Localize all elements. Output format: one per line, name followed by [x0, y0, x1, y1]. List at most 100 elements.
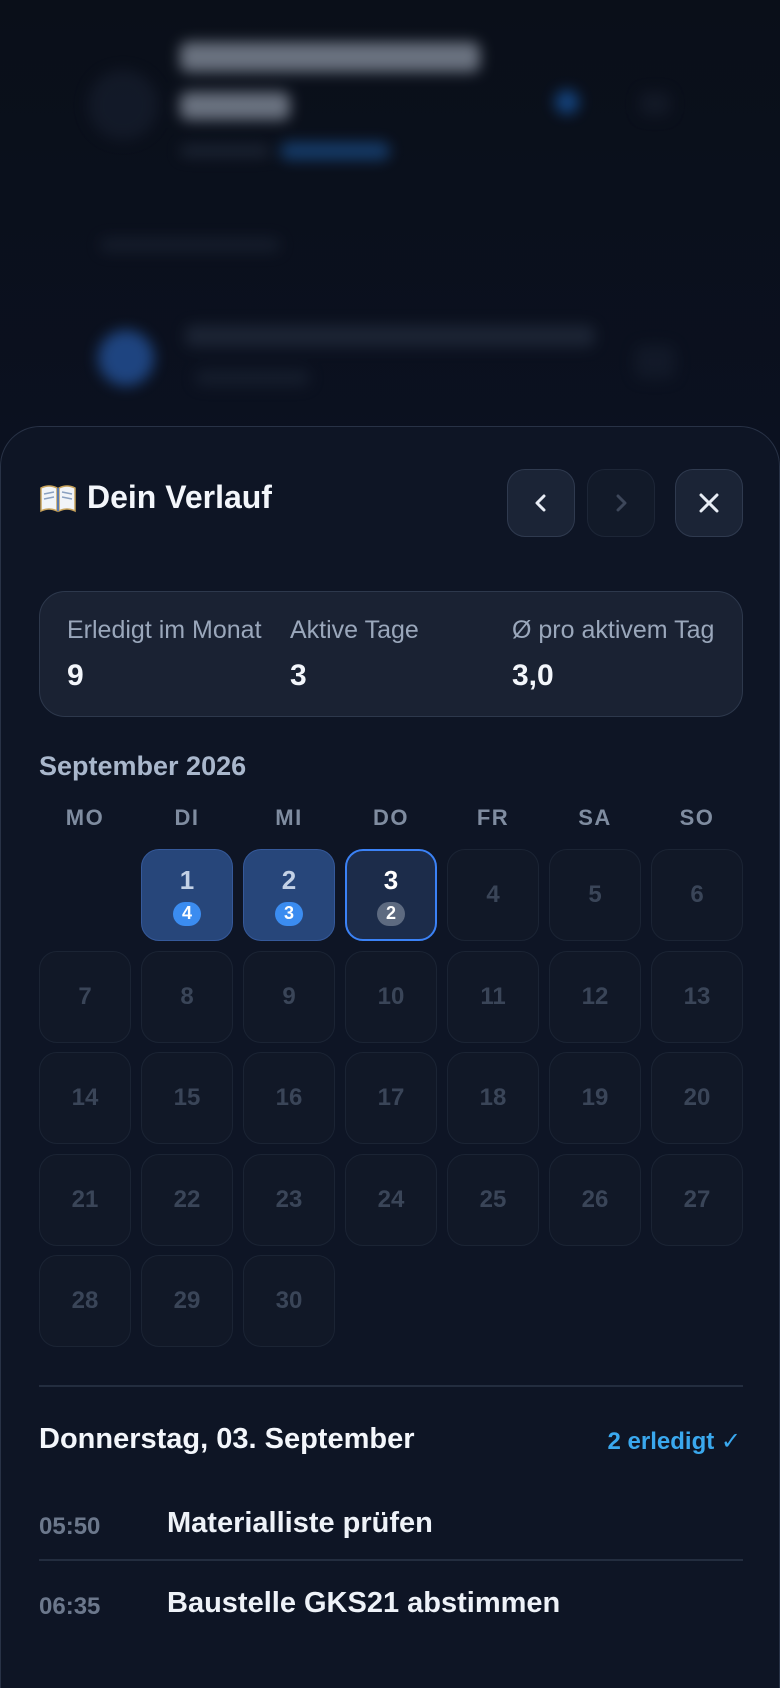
calendar-day-13[interactable]: 13	[651, 950, 743, 1043]
day-number: 22	[173, 1185, 201, 1213]
calendar-day-8[interactable]: 8	[141, 950, 233, 1043]
previous-month-button[interactable]	[507, 469, 575, 537]
calendar-day-7[interactable]: 7	[39, 950, 131, 1043]
calendar-day-16[interactable]: 16	[243, 1052, 335, 1144]
day-number: 14	[71, 1084, 99, 1111]
day-number: 1	[179, 864, 195, 895]
calendar-day-10[interactable]: 10	[345, 950, 437, 1043]
calendar-day-26[interactable]: 26	[549, 1153, 641, 1246]
history-sheet: Dein Verlauf Erledigt im Monat 9 Aktive …	[0, 426, 780, 1688]
weekday-label: DI	[174, 805, 200, 830]
day-number: 4	[486, 881, 500, 908]
done-count-badge: 2	[377, 901, 405, 926]
weekday-header: MO DI MI DO FR SA SO	[39, 805, 743, 835]
done-count-badge: 3	[275, 901, 303, 926]
day-number: 8	[180, 982, 194, 1010]
calendar-day-20[interactable]: 20	[651, 1052, 743, 1144]
day-number: 6	[690, 881, 704, 908]
close-button[interactable]	[675, 469, 743, 537]
day-number: 26	[581, 1185, 609, 1213]
calendar-day-25[interactable]: 25	[447, 1153, 539, 1246]
calendar-day-29[interactable]: 29	[141, 1255, 233, 1347]
calendar-day-15[interactable]: 15	[141, 1052, 233, 1144]
open-book-icon	[39, 483, 77, 513]
next-month-button[interactable]	[587, 469, 655, 537]
day-number: 27	[683, 1185, 711, 1213]
day-number: 12	[581, 982, 609, 1010]
calendar-day-18[interactable]: 18	[447, 1052, 539, 1144]
task-name: Baustelle GKS21 abstimmen	[167, 1587, 561, 1619]
task-divider	[39, 1559, 743, 1561]
day-number: 28	[71, 1287, 99, 1314]
day-number: 13	[683, 982, 711, 1010]
stat-value: 3,0	[512, 659, 554, 692]
calendar-day-9[interactable]: 9	[243, 950, 335, 1043]
calendar-day-12[interactable]: 12	[549, 950, 641, 1043]
calendar-grid: 1 4 2 3 3 2 4 5 6 7 8 9 10 11 12 13 14 15 16 17 18 19 20 21 22 23…	[39, 849, 743, 1369]
stat-value: 9	[67, 659, 84, 692]
calendar-day-3[interactable]: 32	[345, 849, 437, 941]
calendar-day-14[interactable]: 14	[39, 1052, 131, 1144]
calendar-day-2[interactable]: 23	[243, 849, 335, 941]
stat-average-per-day: Ø pro aktivem Tag 3,0	[512, 616, 714, 693]
day-number: 17	[377, 1084, 405, 1111]
day-number: 25	[479, 1185, 507, 1213]
task-row[interactable]: 06:35 Baustelle GKS21 abstimmen	[39, 1565, 743, 1645]
day-number: 9	[282, 982, 296, 1010]
calendar-day-28[interactable]: 28	[39, 1255, 131, 1347]
done-count-badge: 4	[173, 901, 201, 926]
day-number: 10	[377, 982, 405, 1010]
day-number: 23	[275, 1185, 303, 1213]
weekday-label: FR	[476, 805, 510, 830]
selected-day-title: Donnerstag, 03. September	[39, 1423, 415, 1455]
calendar-day-11[interactable]: 11	[447, 950, 539, 1043]
day-number: 18	[479, 1084, 507, 1111]
calendar-day-1[interactable]: 14	[141, 849, 233, 941]
stat-label: Erledigt im Monat	[67, 616, 262, 644]
day-number: 3	[383, 864, 399, 895]
day-number: 5	[588, 881, 602, 908]
calendar-day-19[interactable]: 19	[549, 1052, 641, 1144]
day-number: 15	[173, 1084, 201, 1111]
calendar-day-4[interactable]: 4	[447, 849, 539, 941]
day-number: 11	[480, 982, 506, 1010]
calendar-day-17[interactable]: 17	[345, 1052, 437, 1144]
selected-day-done-count: 2 erledigt ✓	[607, 1428, 741, 1455]
task-time: 05:50	[39, 1513, 101, 1540]
calendar-day-24[interactable]: 24	[345, 1153, 437, 1246]
calendar-day-22[interactable]: 22	[141, 1153, 233, 1246]
day-number: 29	[173, 1287, 201, 1314]
weekday-label: SO	[679, 805, 715, 830]
stat-value: 3	[290, 659, 307, 692]
weekday-label: MI	[275, 805, 303, 830]
day-number: 20	[683, 1084, 711, 1111]
divider	[39, 1385, 743, 1387]
day-number: 16	[275, 1084, 303, 1111]
weekday-label: SA	[578, 805, 612, 830]
day-number: 30	[275, 1287, 303, 1314]
task-row[interactable]: 05:50 Materialliste prüfen	[39, 1485, 743, 1565]
calendar-day-21[interactable]: 21	[39, 1153, 131, 1246]
day-number: 24	[377, 1185, 405, 1213]
calendar-month-title: September 2026	[39, 751, 247, 781]
chevron-left-icon	[535, 494, 546, 512]
day-number: 2	[281, 864, 297, 895]
stat-label: Aktive Tage	[290, 616, 419, 644]
calendar-day-5[interactable]: 5	[549, 849, 641, 941]
sheet-title-text: Dein Verlauf	[87, 479, 272, 515]
calendar-day-6[interactable]: 6	[651, 849, 743, 941]
day-number: 21	[71, 1185, 99, 1213]
chevron-right-icon	[616, 494, 627, 512]
task-name: Materialliste prüfen	[167, 1507, 433, 1539]
stat-active-days: Aktive Tage 3	[290, 616, 419, 693]
weekday-label: DO	[373, 805, 409, 830]
stat-done-month: Erledigt im Monat 9	[67, 616, 262, 693]
stat-label: Ø pro aktivem Tag	[512, 616, 715, 644]
calendar-day-23[interactable]: 23	[243, 1153, 335, 1246]
task-time: 06:35	[39, 1593, 101, 1620]
calendar-day-30[interactable]: 30	[243, 1255, 335, 1347]
month-stats-card: Erledigt im Monat 9 Aktive Tage 3 Ø pro …	[39, 591, 743, 717]
weekday-label: MO	[65, 805, 105, 830]
sheet-title: Dein Verlauf	[39, 479, 272, 516]
calendar-day-27[interactable]: 27	[651, 1153, 743, 1246]
